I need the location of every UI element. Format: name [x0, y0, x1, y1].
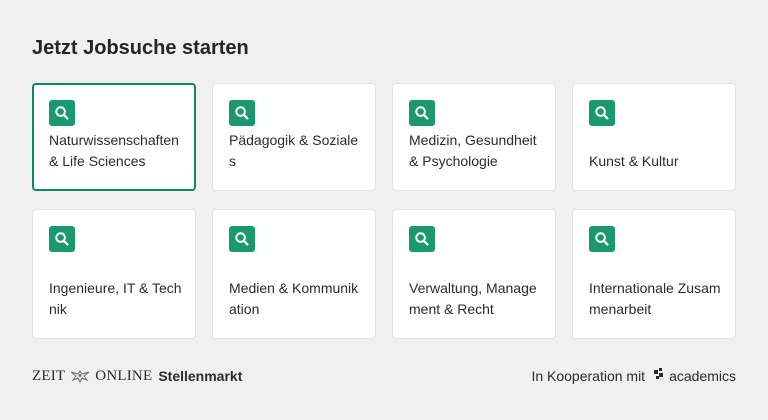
partner-name: academics	[669, 368, 736, 384]
category-label: Kunst & Kultur	[589, 153, 679, 169]
cooperation: In Kooperation mit academics	[531, 367, 736, 386]
category-label: Medizin, Gesundheit & Psychologie	[409, 132, 537, 169]
category-card-ingenieure[interactable]: Ingenieure, IT & Technik	[32, 209, 196, 339]
category-label: Ingenieure, IT & Technik	[49, 280, 182, 317]
search-icon	[229, 100, 255, 126]
search-icon	[229, 226, 255, 252]
category-card-verwaltung[interactable]: Verwaltung, Management & Recht	[392, 209, 556, 339]
search-icon	[589, 100, 615, 126]
eagle-icon	[69, 369, 91, 384]
search-icon	[589, 226, 615, 252]
category-card-paedagogik[interactable]: Pädagogik & Soziales	[212, 83, 376, 191]
brand-online: ONLINE	[95, 367, 153, 384]
search-icon	[49, 226, 75, 252]
category-label: Verwaltung, Management & Recht	[409, 280, 537, 317]
footer: ZEIT ONLINE Stellenmarkt In Kooperation …	[32, 364, 736, 388]
category-card-kunst[interactable]: Kunst & Kultur	[572, 83, 736, 191]
cooperation-text: In Kooperation mit	[531, 368, 646, 384]
category-card-international[interactable]: Internationale Zusammenarbeit	[572, 209, 736, 339]
academics-logo[interactable]: academics	[653, 367, 736, 386]
brand-stellenmarkt: Stellenmarkt	[158, 368, 243, 384]
category-card-naturwissenschaften[interactable]: Naturwissenschaften & Life Sciences	[32, 83, 196, 191]
category-card-medizin[interactable]: Medizin, Gesundheit & Psychologie	[392, 83, 556, 191]
category-label: Naturwissenschaften & Life Sciences	[49, 132, 179, 169]
page-title: Jetzt Jobsuche starten	[32, 37, 249, 59]
category-label: Medien & Kommunikation	[229, 280, 359, 317]
search-icon	[409, 226, 435, 252]
category-label: Pädagogik & Soziales	[229, 132, 359, 169]
category-label: Internationale Zusammenarbeit	[589, 280, 721, 317]
zeit-stellenmarkt-logo[interactable]: ZEIT ONLINE Stellenmarkt	[32, 368, 242, 385]
job-search-widget: Jetzt Jobsuche starten Naturwissenschaft…	[0, 0, 768, 420]
brand-zeit: ZEIT	[32, 367, 66, 384]
category-grid: Naturwissenschaften & Life Sciences Päda…	[32, 83, 736, 339]
academics-icon	[653, 367, 667, 386]
category-card-medien[interactable]: Medien & Kommunikation	[212, 209, 376, 339]
search-icon	[409, 100, 435, 126]
search-icon	[49, 100, 75, 126]
